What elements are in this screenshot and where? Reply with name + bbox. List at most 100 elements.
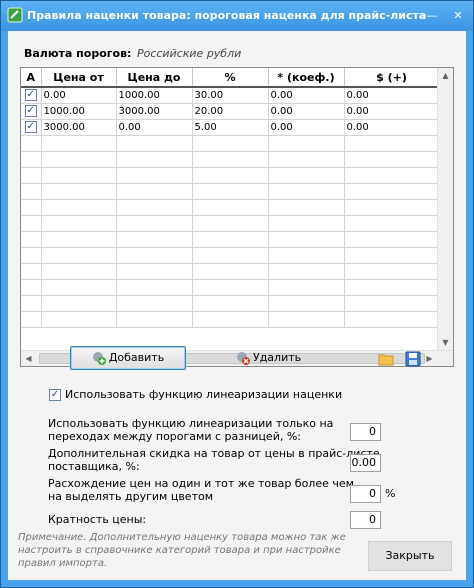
row-active-cell[interactable] — [21, 215, 42, 232]
table-row[interactable]: ✓ 0.00 1000.00 30.00 0.00 0.00 — [21, 87, 440, 104]
table-cell[interactable] — [192, 279, 269, 296]
row-checkbox[interactable]: ✓ — [24, 89, 37, 102]
column-header-plus[interactable]: $ (+) — [344, 68, 440, 88]
table-cell[interactable] — [268, 167, 345, 184]
table-cell[interactable] — [268, 199, 345, 216]
save-icon[interactable] — [405, 351, 421, 367]
table-cell[interactable] — [344, 215, 440, 232]
scroll-up-icon[interactable]: ▲ — [438, 68, 453, 83]
row-active-cell[interactable]: ✓ — [21, 103, 42, 120]
table-cell[interactable]: 0.00 — [344, 119, 440, 136]
table-cell[interactable] — [116, 295, 193, 312]
table-cell[interactable] — [116, 199, 193, 216]
linearization-checkbox[interactable]: ✓ Использовать функцию линеаризации нацен… — [49, 388, 342, 401]
table-cell[interactable] — [41, 263, 117, 280]
table-row[interactable]: ✓ 3000.00 0.00 5.00 0.00 0.00 — [21, 119, 440, 136]
row-active-cell[interactable]: ✓ — [21, 87, 42, 104]
row-active-cell[interactable] — [21, 279, 42, 296]
row-active-cell[interactable] — [21, 231, 42, 248]
table-cell[interactable]: 5.00 — [192, 119, 269, 136]
table-cell[interactable] — [344, 151, 440, 168]
table-cell[interactable] — [116, 263, 193, 280]
table-cell[interactable] — [192, 311, 269, 328]
delete-button[interactable]: Удалить — [236, 351, 301, 365]
table-cell[interactable] — [268, 231, 345, 248]
empty-row[interactable] — [21, 135, 440, 152]
table-cell[interactable] — [268, 215, 345, 232]
table-cell[interactable] — [116, 311, 193, 328]
empty-row[interactable] — [21, 311, 440, 328]
table-cell[interactable] — [344, 279, 440, 296]
table-cell[interactable] — [192, 135, 269, 152]
empty-row[interactable] — [21, 215, 440, 232]
minimize-button[interactable]: — — [421, 7, 443, 24]
table-cell[interactable] — [344, 167, 440, 184]
row-checkbox[interactable]: ✓ — [24, 105, 37, 117]
column-header-price-to[interactable]: Цена до — [116, 68, 193, 88]
row-active-cell[interactable] — [21, 295, 42, 312]
row-active-cell[interactable] — [21, 199, 42, 216]
table-cell[interactable] — [116, 247, 193, 264]
table-cell[interactable] — [41, 151, 117, 168]
table-cell[interactable] — [41, 215, 117, 232]
table-cell[interactable]: 3000.00 — [116, 103, 193, 120]
table-cell[interactable] — [116, 135, 193, 152]
empty-row[interactable] — [21, 183, 440, 200]
column-header-percent[interactable]: % — [192, 68, 269, 88]
table-cell[interactable] — [41, 199, 117, 216]
open-folder-icon[interactable] — [378, 351, 394, 367]
multiple-input[interactable]: 0 — [350, 511, 381, 529]
table-cell[interactable] — [41, 231, 117, 248]
title-bar[interactable]: Правила наценки товара: пороговая наценк… — [1, 1, 473, 31]
close-button[interactable]: Закрыть — [368, 541, 452, 571]
thresholds-grid[interactable]: A Цена от Цена до % * (коеф.) $ (+) ✓ 0.0… — [20, 67, 454, 367]
table-cell[interactable] — [268, 263, 345, 280]
table-cell[interactable] — [344, 183, 440, 200]
table-cell[interactable]: 3000.00 — [41, 119, 117, 136]
table-cell[interactable] — [344, 231, 440, 248]
row-active-cell[interactable]: ✓ — [21, 119, 42, 136]
table-cell[interactable] — [344, 263, 440, 280]
table-cell[interactable]: 30.00 — [192, 87, 269, 104]
table-cell[interactable] — [192, 247, 269, 264]
table-cell[interactable] — [192, 151, 269, 168]
row-active-cell[interactable] — [21, 311, 42, 328]
table-cell[interactable]: 0.00 — [344, 87, 440, 104]
table-cell[interactable] — [192, 215, 269, 232]
table-cell[interactable] — [344, 199, 440, 216]
table-cell[interactable]: 1000.00 — [41, 103, 117, 120]
table-cell[interactable]: 0.00 — [41, 87, 117, 104]
empty-row[interactable] — [21, 167, 440, 184]
table-cell[interactable] — [344, 295, 440, 312]
table-cell[interactable] — [192, 295, 269, 312]
table-cell[interactable] — [344, 135, 440, 152]
empty-row[interactable] — [21, 247, 440, 264]
table-cell[interactable] — [41, 279, 117, 296]
table-cell[interactable] — [41, 311, 117, 328]
table-cell[interactable]: 0.00 — [268, 119, 345, 136]
table-cell[interactable] — [41, 247, 117, 264]
row-active-cell[interactable] — [21, 167, 42, 184]
table-row[interactable]: ✓ 1000.00 3000.00 20.00 0.00 0.00 — [21, 103, 440, 120]
table-cell[interactable] — [116, 183, 193, 200]
table-cell[interactable]: 0.00 — [268, 87, 345, 104]
table-cell[interactable] — [268, 151, 345, 168]
table-cell[interactable] — [192, 199, 269, 216]
empty-row[interactable] — [21, 263, 440, 280]
table-cell[interactable] — [116, 167, 193, 184]
empty-row[interactable] — [21, 151, 440, 168]
table-cell[interactable] — [268, 135, 345, 152]
scroll-right-icon[interactable]: ▶ — [422, 351, 437, 366]
table-cell[interactable] — [268, 295, 345, 312]
table-cell[interactable] — [192, 231, 269, 248]
row-active-cell[interactable] — [21, 247, 42, 264]
table-cell[interactable]: 0.00 — [344, 103, 440, 120]
table-cell[interactable] — [116, 279, 193, 296]
table-cell[interactable] — [41, 295, 117, 312]
close-window-button[interactable]: ✕ — [447, 7, 469, 24]
empty-row[interactable] — [21, 231, 440, 248]
table-cell[interactable]: 0.00 — [268, 103, 345, 120]
empty-row[interactable] — [21, 295, 440, 312]
row-checkbox[interactable]: ✓ — [24, 121, 37, 133]
add-button[interactable]: Добавить — [70, 346, 186, 370]
